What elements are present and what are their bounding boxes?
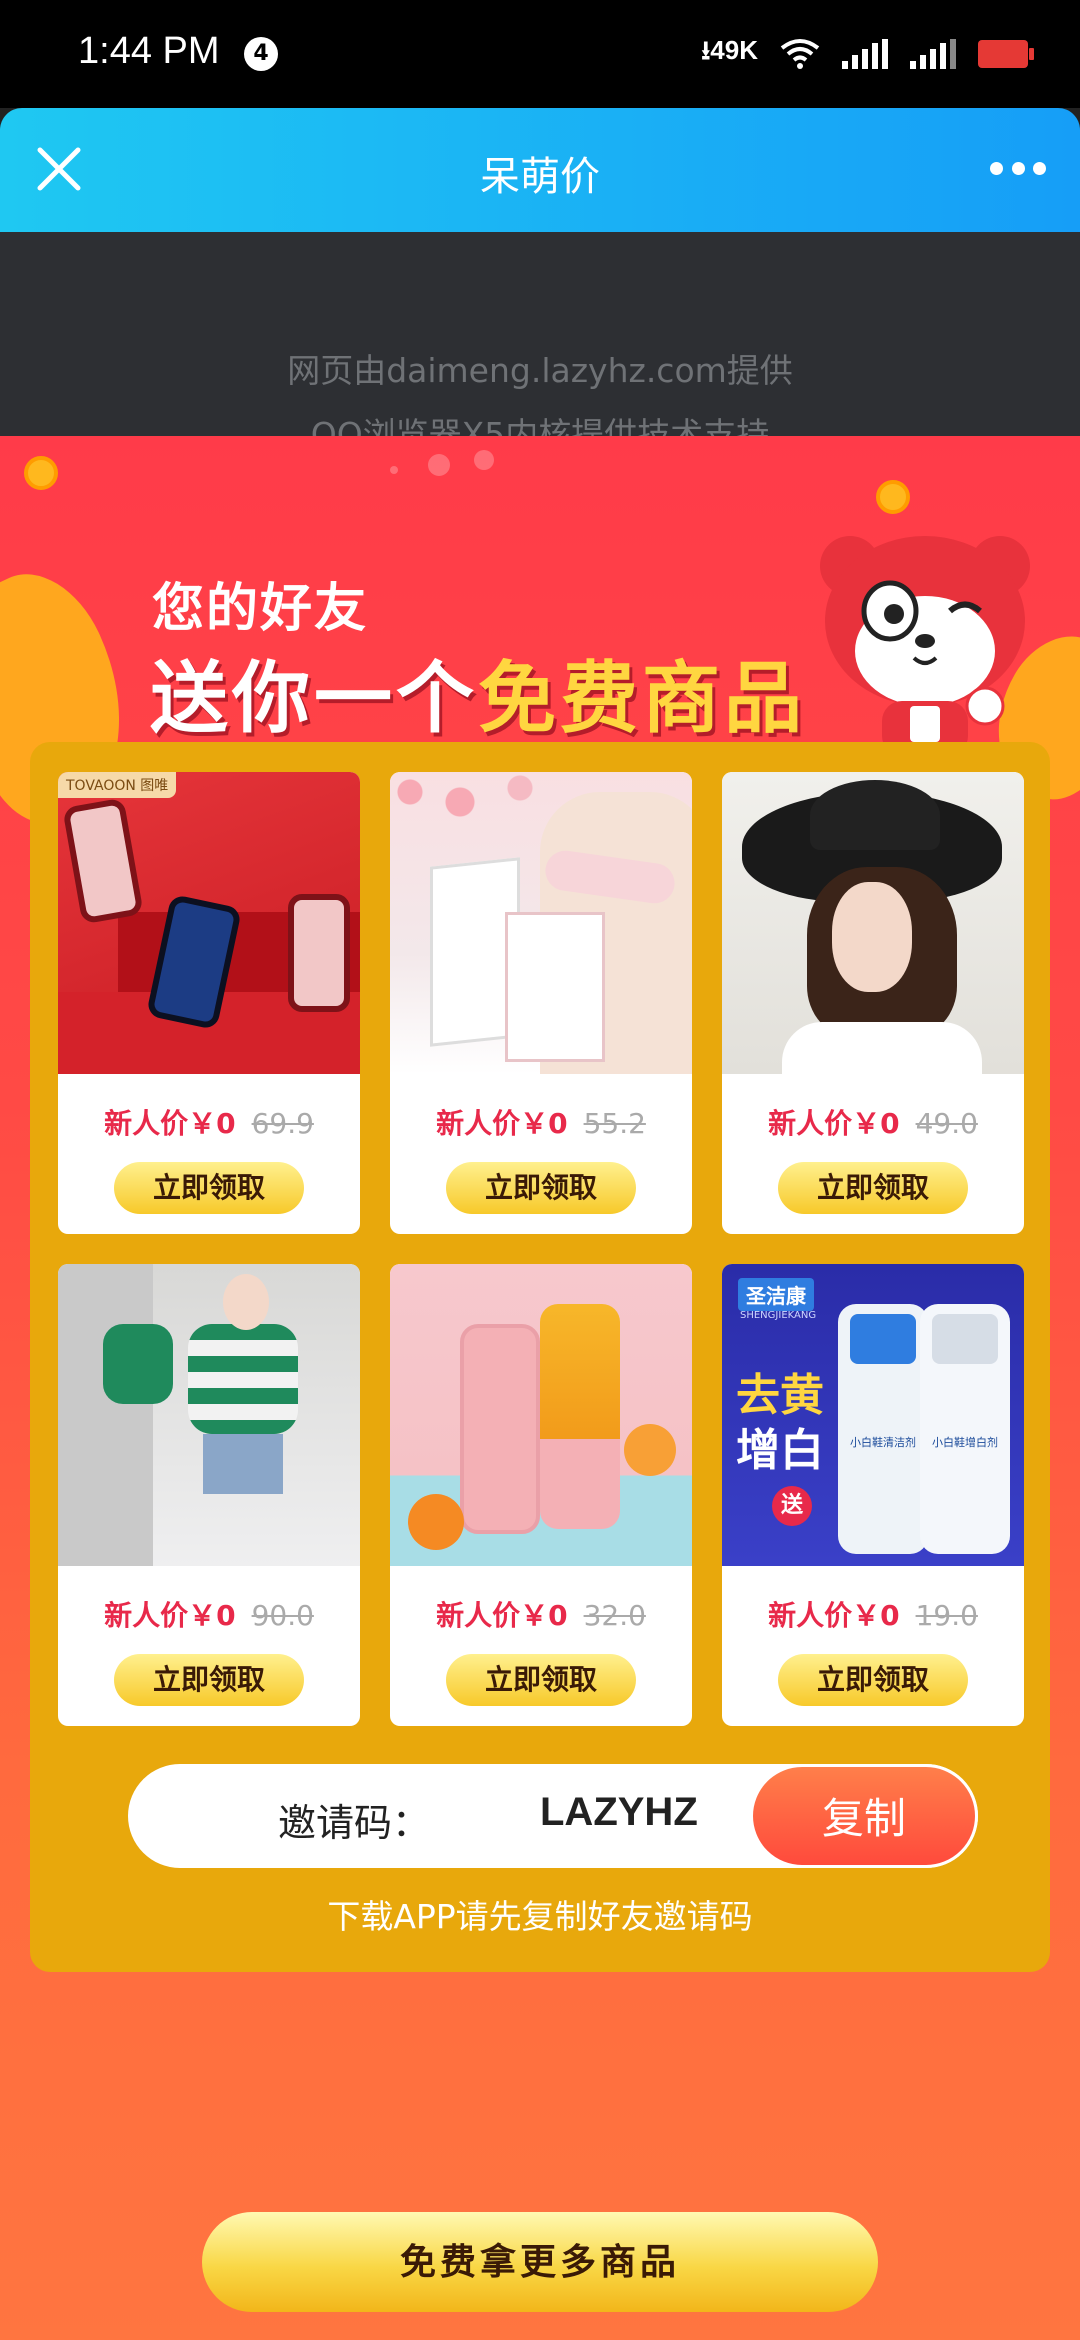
claim-button[interactable]: 立即领取	[778, 1162, 968, 1214]
slogan-2: 增白	[736, 1425, 824, 1476]
product-card[interactable]: 圣洁康 SHENGJIEKANG 去黄 增白 送 小白鞋清洁剂 小白鞋增白剂 新…	[722, 1264, 1024, 1726]
product-image[interactable]	[390, 772, 692, 1074]
notification-badge: 4	[244, 37, 278, 71]
orange-image	[624, 1424, 676, 1476]
price-new: 新人价￥0	[768, 1599, 900, 1632]
price-new: 新人价￥0	[768, 1107, 900, 1140]
battery-icon	[978, 40, 1034, 68]
heading-title-part2: 免费商品	[478, 654, 807, 744]
product-image[interactable]: 圣洁康 SHENGJIEKANG 去黄 增白 送 小白鞋清洁剂 小白鞋增白剂	[722, 1264, 1024, 1566]
claim-button[interactable]: 立即领取	[778, 1654, 968, 1706]
product-grid: TOVAOON 图唯 新人价￥0 69.9 立即领取 新人价￥0 55.2 立即…	[58, 772, 1028, 1726]
bottle-image: 小白鞋清洁剂	[838, 1304, 928, 1554]
price-old: 69.9	[251, 1107, 314, 1140]
decor-bubble	[390, 466, 398, 474]
claim-button[interactable]: 立即领取	[114, 1162, 304, 1214]
face-image	[832, 882, 912, 992]
decor-bubble	[428, 454, 450, 476]
product-card[interactable]: 新人价￥0 49.0 立即领取	[722, 772, 1024, 1234]
child-image	[103, 1324, 173, 1404]
child-image	[188, 1324, 298, 1434]
more-options-icon[interactable]	[990, 158, 1046, 178]
product-card[interactable]: 新人价￥0 55.2 立即领取	[390, 772, 692, 1234]
mascot-icon	[820, 536, 1030, 774]
price-old: 90.0	[251, 1599, 314, 1632]
price-row: 新人价￥0 90.0	[58, 1594, 360, 1634]
claim-button[interactable]: 立即领取	[446, 1162, 636, 1214]
brand-sub: SHENGJIEKANG	[740, 1310, 817, 1321]
heading-subtitle: 您的好友	[152, 579, 369, 639]
claim-button[interactable]: 立即领取	[114, 1654, 304, 1706]
signal-icon-1	[842, 39, 888, 69]
price-row: 新人价￥0 19.0	[722, 1594, 1024, 1634]
product-card[interactable]: 新人价￥0 32.0 立即领取	[390, 1264, 692, 1726]
more-products-button[interactable]: 免费拿更多商品	[202, 2212, 878, 2312]
heading-title-part1: 送你一个	[150, 654, 479, 744]
signal-icon-2	[910, 39, 956, 69]
price-old: 49.0	[915, 1107, 978, 1140]
package-image	[505, 912, 605, 1062]
download-speed-icon: ⭳49K	[701, 32, 758, 76]
net-speed: 49K	[710, 35, 758, 65]
brand-tag: TOVAOON 图唯	[58, 772, 177, 798]
download-arrow-icon: ⭳	[701, 35, 711, 65]
product-panel: TOVAOON 图唯 新人价￥0 69.9 立即领取 新人价￥0 55.2 立即…	[30, 742, 1050, 1972]
product-card[interactable]: TOVAOON 图唯 新人价￥0 69.9 立即领取	[58, 772, 360, 1234]
hat-image	[810, 780, 940, 850]
price-row: 新人价￥0 32.0	[390, 1594, 692, 1634]
invite-code-box: 邀请码： LAZYHZ 复制	[128, 1764, 978, 1868]
provider-line-1: 网页由daimeng.lazyhz.com提供	[287, 351, 793, 390]
product-image[interactable]	[58, 1264, 360, 1566]
mirror-image	[58, 1264, 153, 1566]
price-new: 新人价￥0	[436, 1107, 568, 1140]
bottle-image: 小白鞋增白剂	[920, 1304, 1010, 1554]
price-new: 新人价￥0	[104, 1107, 236, 1140]
status-indicators: ⭳49K	[701, 32, 1034, 76]
invite-code[interactable]: LAZYHZ	[540, 1790, 698, 1835]
status-time: 1:44 PM	[78, 30, 220, 72]
invite-label: 邀请码：	[278, 1801, 431, 1845]
price-old: 19.0	[915, 1599, 978, 1632]
orange-image	[408, 1494, 464, 1550]
product-image[interactable]	[722, 772, 1024, 1074]
decor-bubble	[474, 450, 494, 470]
price-new: 新人价￥0	[104, 1599, 236, 1632]
title-bar: 呆萌价	[0, 108, 1080, 232]
bottle-label-2: 小白鞋增白剂	[932, 1436, 998, 1449]
price-old: 32.0	[583, 1599, 646, 1632]
product-card[interactable]: 新人价￥0 90.0 立即领取	[58, 1264, 360, 1726]
provider-info: 网页由daimeng.lazyhz.com提供 QQ浏览器X5内核提供技术支持	[0, 232, 1080, 454]
coin-icon	[24, 456, 58, 490]
status-bar: 1:44 PM 4 ⭳49K	[0, 0, 1080, 108]
powerbank-image	[62, 797, 144, 925]
page-title: 呆萌价	[480, 154, 600, 200]
price-row: 新人价￥0 69.9	[58, 1102, 360, 1142]
juicer-image	[460, 1324, 540, 1534]
child-image	[203, 1434, 283, 1494]
promo-area: 您的好友 送你一个免费商品 TOVAOON 图唯 新人价￥0 69.9 立即领取…	[0, 436, 1080, 2340]
claim-button[interactable]: 立即领取	[446, 1654, 636, 1706]
price-row: 新人价￥0 49.0	[722, 1102, 1024, 1142]
brand-name: 圣洁康	[746, 1284, 806, 1308]
juicer-image	[540, 1304, 620, 1529]
price-old: 55.2	[583, 1107, 646, 1140]
wifi-icon	[780, 39, 820, 69]
heading-title: 送你一个免费商品	[150, 636, 806, 748]
product-image[interactable]: TOVAOON 图唯	[58, 772, 360, 1074]
powerbank-image	[288, 894, 350, 1012]
child-image	[223, 1274, 269, 1330]
price-row: 新人价￥0 55.2	[390, 1102, 692, 1142]
bottle-label-1: 小白鞋清洁剂	[850, 1436, 916, 1449]
product-image[interactable]	[390, 1264, 692, 1566]
price-new: 新人价￥0	[436, 1599, 568, 1632]
brand-logo: 圣洁康	[738, 1278, 814, 1311]
invite-hint: 下载APP请先复制好友邀请码	[327, 1897, 753, 1936]
gift-badge: 送	[772, 1486, 812, 1526]
shirt-image	[782, 1022, 982, 1074]
copy-button[interactable]: 复制	[750, 1764, 978, 1868]
